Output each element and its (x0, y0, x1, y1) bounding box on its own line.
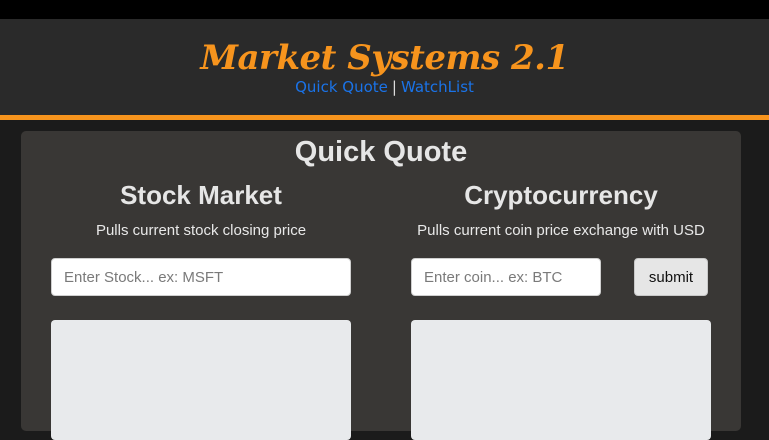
stock-search-input[interactable] (51, 258, 351, 296)
stock-result-box (51, 320, 351, 440)
stock-description: Pulls current stock closing price (95, 222, 307, 239)
quick-quote-panel: Quick Quote Stock Market Pulls current s… (21, 131, 741, 440)
submit-button[interactable]: submit (634, 258, 708, 296)
site-header: Market Systems 2.1 Quick Quote | WatchList (0, 19, 769, 115)
nav-links: Quick Quote | WatchList (0, 78, 769, 96)
crypto-result-box (411, 320, 711, 440)
nav-link-quick-quote[interactable]: Quick Quote (295, 78, 388, 96)
nav-link-watchlist[interactable]: WatchList (401, 78, 474, 96)
page-title: Quick Quote (294, 136, 468, 168)
stock-heading: Stock Market (120, 180, 282, 210)
coin-search-input[interactable] (411, 258, 601, 296)
top-black-bar (0, 0, 769, 19)
crypto-description: Pulls current coin price exchange with U… (417, 222, 705, 239)
header-divider (0, 115, 769, 120)
site-title: Market Systems 2.1 (200, 38, 569, 78)
nav-separator: | (391, 78, 397, 96)
crypto-heading: Cryptocurrency (464, 180, 658, 210)
